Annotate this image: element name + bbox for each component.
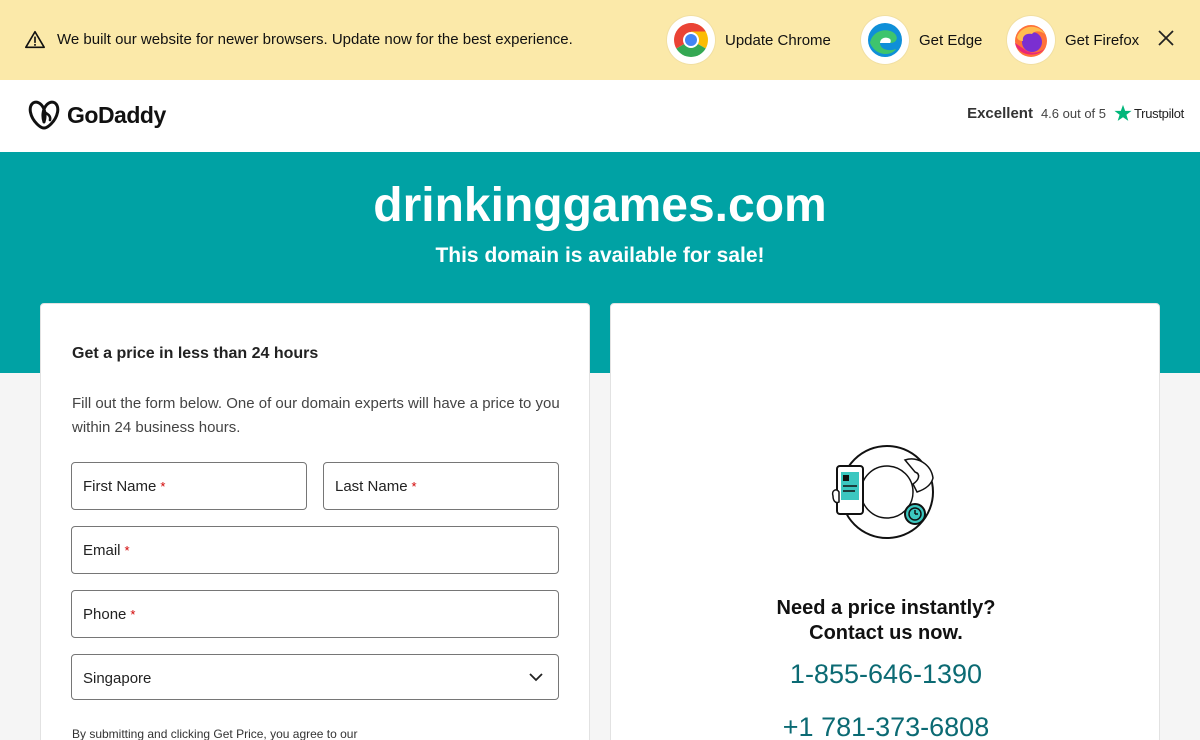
chevron-down-icon: [529, 673, 543, 682]
first-name-field[interactable]: First Name *: [71, 462, 307, 510]
first-name-text: First Name: [83, 478, 157, 495]
last-name-label: Last Name *: [335, 478, 417, 495]
contact-question: Need a price instantly? Contact us now.: [611, 596, 1161, 646]
domain-subtitle: This domain is available for sale!: [435, 244, 765, 267]
site-header: GoDaddy Excellent 4.6 out of 5 Trustpilo…: [0, 80, 1200, 152]
get-firefox-label: Get Firefox: [1065, 31, 1140, 49]
get-edge-label: Get Edge: [919, 31, 983, 49]
edge-icon: [861, 16, 909, 64]
phone-clock-illustration-icon: [831, 445, 934, 539]
secondary-phone-link[interactable]: +1 781-373-6808: [611, 712, 1161, 740]
get-firefox-link[interactable]: Get Firefox: [1007, 16, 1139, 64]
trustpilot-label: Trustpilot: [1134, 105, 1184, 121]
contact-question-line1: Need a price instantly?: [776, 597, 996, 619]
warning-icon: [25, 30, 45, 49]
contact-card: Need a price instantly? Contact us now. …: [610, 303, 1160, 740]
update-chrome-link[interactable]: Update Chrome: [667, 16, 831, 64]
price-form-card: Get a price in less than 24 hours Fill o…: [40, 303, 590, 740]
rating-word: Excellent: [967, 104, 1033, 122]
email-label: Email *: [83, 542, 130, 559]
phone-field[interactable]: Phone *: [71, 590, 559, 638]
trustpilot-rating: Excellent 4.6 out of 5 Trustpilot: [967, 104, 1184, 122]
star-icon: [1114, 104, 1132, 121]
required-mark: *: [124, 543, 130, 558]
country-value: Singapore: [83, 670, 152, 687]
rating-score: 4.6 out of 5: [1040, 105, 1107, 121]
phone-text: Phone: [83, 606, 127, 623]
phone-label: Phone *: [83, 606, 135, 623]
required-mark: *: [411, 479, 417, 494]
primary-phone-link[interactable]: 1-855-646-1390: [611, 659, 1161, 690]
godaddy-mark-icon: [28, 100, 60, 130]
chrome-icon: [667, 16, 715, 64]
terms-fine-print: By submitting and clicking Get Price, yo…: [72, 727, 358, 740]
last-name-text: Last Name: [335, 478, 408, 495]
close-icon[interactable]: [1154, 26, 1178, 50]
domain-name: drinkinggames.com: [373, 179, 827, 232]
email-text: Email: [83, 542, 121, 559]
email-field[interactable]: Email *: [71, 526, 559, 574]
form-title: Get a price in less than 24 hours: [72, 345, 319, 362]
country-select[interactable]: Singapore: [71, 654, 559, 700]
update-chrome-label: Update Chrome: [725, 31, 831, 49]
form-description: Fill out the form below. One of our doma…: [72, 395, 560, 436]
godaddy-logo[interactable]: GoDaddy: [27, 100, 166, 130]
get-edge-link[interactable]: Get Edge: [861, 16, 982, 64]
brand-name: GoDaddy: [67, 101, 166, 128]
required-mark: *: [160, 479, 166, 494]
required-mark: *: [130, 607, 136, 622]
browser-update-banner: We built our website for newer browsers.…: [0, 0, 1200, 80]
firefox-icon: [1007, 16, 1055, 64]
trustpilot-logo: Trustpilot: [1114, 104, 1184, 122]
first-name-label: First Name *: [83, 478, 165, 495]
banner-message: We built our website for newer browsers.…: [57, 31, 573, 48]
contact-question-line2: Contact us now.: [809, 622, 963, 644]
last-name-field[interactable]: Last Name *: [323, 462, 559, 510]
